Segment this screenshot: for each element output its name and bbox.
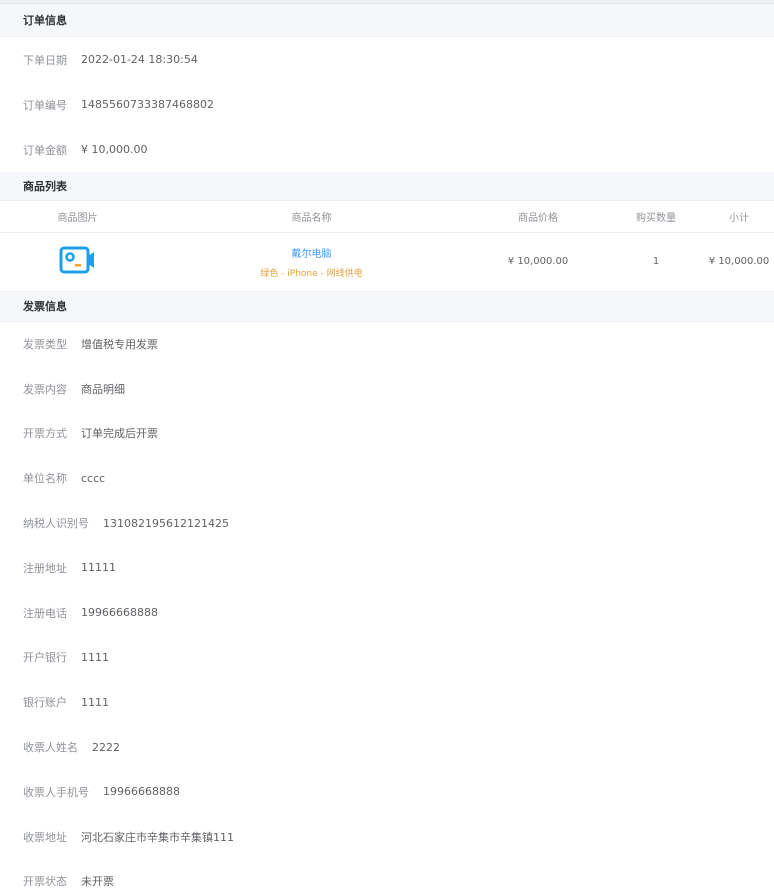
goods-table-header-row: 商品图片 商品名称 商品价格 购买数量 小计 xyxy=(0,201,774,233)
col-header-subtotal: 小计 xyxy=(704,201,774,233)
receiver-address-value: 河北石家庄市辛集市辛集镇111 xyxy=(81,830,234,844)
product-name-cell: 戴尔电脑 绿色 - iPhone - 网线供电 xyxy=(155,232,468,292)
bank-name-label: 开户银行 xyxy=(23,651,67,665)
receiver-address-row: 收票地址 河北石家庄市辛集市辛集镇111 xyxy=(0,814,774,859)
invoice-type-value: 增值税专用发票 xyxy=(81,337,158,351)
product-quantity: 1 xyxy=(608,232,704,292)
invoice-info-fields: 发票类型 增值税专用发票 发票内容 商品明细 开票方式 订单完成后开票 单位名称… xyxy=(0,322,774,889)
company-name-value: cccc xyxy=(81,471,106,485)
order-amount-row: 订单金额 ¥ 10,000.00 xyxy=(0,127,774,172)
order-date-label: 下单日期 xyxy=(23,53,67,67)
product-spec: 绿色 - iPhone - 网线供电 xyxy=(260,268,363,279)
registered-phone-row: 注册电话 19966668888 xyxy=(0,590,774,635)
goods-table: 商品图片 商品名称 商品价格 购买数量 小计 戴尔电脑 绿色 - iPhone … xyxy=(0,201,774,292)
col-header-image: 商品图片 xyxy=(0,201,155,233)
invoice-method-value: 订单完成后开票 xyxy=(81,427,158,441)
registered-address-value: 11111 xyxy=(81,561,116,575)
col-header-name: 商品名称 xyxy=(155,201,468,233)
col-header-price: 商品价格 xyxy=(468,201,608,233)
bank-name-value: 1111 xyxy=(81,650,109,664)
invoice-method-label: 开票方式 xyxy=(23,427,67,441)
registered-phone-label: 注册电话 xyxy=(23,606,67,620)
bank-account-row: 银行账户 1111 xyxy=(0,680,774,725)
receiver-name-value: 2222 xyxy=(92,740,120,754)
taxpayer-id-label: 纳税人识别号 xyxy=(23,517,89,531)
table-row: 戴尔电脑 绿色 - iPhone - 网线供电 ¥ 10,000.00 1 ¥ … xyxy=(0,232,774,292)
invoice-type-row: 发票类型 增值税专用发票 xyxy=(0,322,774,367)
receiver-address-label: 收票地址 xyxy=(23,830,67,844)
order-date-row: 下单日期 2022-01-24 18:30:54 xyxy=(0,37,774,82)
product-image-cell xyxy=(0,232,155,292)
taxpayer-id-value: 131082195612121425 xyxy=(103,516,229,530)
invoice-content-value: 商品明细 xyxy=(81,382,125,396)
bank-account-value: 1111 xyxy=(81,695,109,709)
receiver-phone-label: 收票人手机号 xyxy=(23,785,89,799)
invoice-status-label: 开票状态 xyxy=(23,875,67,889)
invoice-info-title: 发票信息 xyxy=(23,300,67,313)
invoice-type-label: 发票类型 xyxy=(23,337,67,351)
product-price: ¥ 10,000.00 xyxy=(468,232,608,292)
invoice-status-value: 未开票 xyxy=(81,875,114,889)
order-info-header: 订单信息 xyxy=(0,4,774,37)
bank-name-row: 开户银行 1111 xyxy=(0,635,774,680)
order-amount-label: 订单金额 xyxy=(23,143,67,157)
invoice-content-label: 发票内容 xyxy=(23,382,67,396)
order-amount-value: ¥ 10,000.00 xyxy=(81,143,148,156)
registered-address-label: 注册地址 xyxy=(23,561,67,575)
taxpayer-id-row: 纳税人识别号 131082195612121425 xyxy=(0,501,774,546)
order-number-value: 1485560733387468802 xyxy=(81,98,214,111)
product-icon[interactable] xyxy=(58,245,98,275)
registered-address-row: 注册地址 11111 xyxy=(0,545,774,590)
invoice-info-header: 发票信息 xyxy=(0,291,774,322)
product-name-link[interactable]: 戴尔电脑 xyxy=(155,245,468,260)
company-name-row: 单位名称 cccc xyxy=(0,456,774,501)
invoice-method-row: 开票方式 订单完成后开票 xyxy=(0,411,774,456)
company-name-label: 单位名称 xyxy=(23,472,67,486)
order-number-label: 订单编号 xyxy=(23,98,67,112)
receiver-phone-row: 收票人手机号 19966668888 xyxy=(0,769,774,814)
registered-phone-value: 19966668888 xyxy=(81,606,158,620)
order-number-row: 订单编号 1485560733387468802 xyxy=(0,82,774,127)
order-info-title: 订单信息 xyxy=(23,14,67,27)
receiver-name-label: 收票人姓名 xyxy=(23,741,78,755)
goods-list-header: 商品列表 xyxy=(0,172,774,201)
receiver-phone-value: 19966668888 xyxy=(103,785,180,799)
goods-list-title: 商品列表 xyxy=(23,180,67,193)
order-date-value: 2022-01-24 18:30:54 xyxy=(81,53,198,66)
col-header-quantity: 购买数量 xyxy=(608,201,704,233)
invoice-status-row: 开票状态 未开票 xyxy=(0,859,774,889)
product-subtotal: ¥ 10,000.00 xyxy=(704,232,774,292)
receiver-name-row: 收票人姓名 2222 xyxy=(0,725,774,770)
bank-account-label: 银行账户 xyxy=(23,696,67,710)
invoice-content-row: 发票内容 商品明细 xyxy=(0,366,774,411)
order-info-fields: 下单日期 2022-01-24 18:30:54 订单编号 1485560733… xyxy=(0,37,774,172)
